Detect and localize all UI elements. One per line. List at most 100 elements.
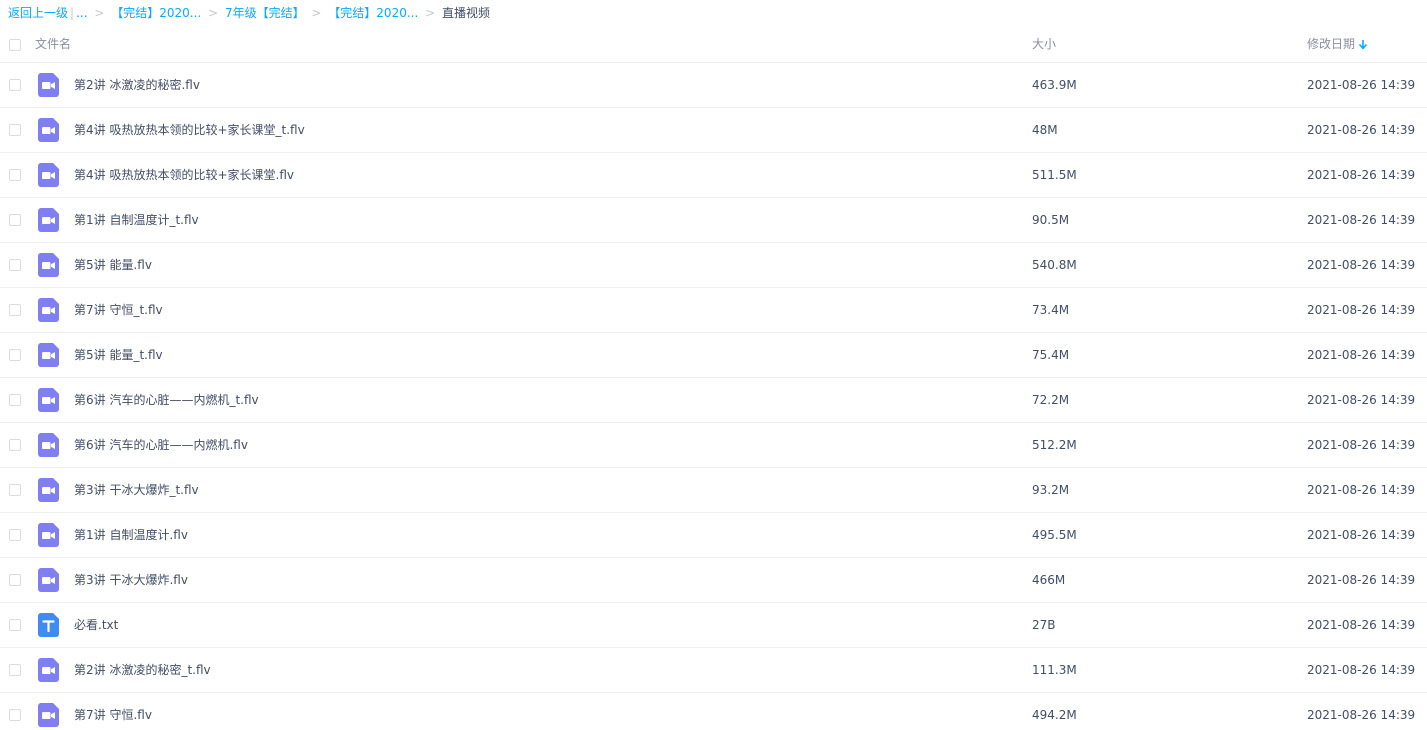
file-list: 第2讲 冰激凌的秘密.flv 463.9M 2021-08-26 14:39 第… xyxy=(0,63,1427,730)
video-file-icon xyxy=(38,73,59,97)
video-file-icon xyxy=(38,703,59,727)
file-row[interactable]: 第3讲 干冰大爆炸.flv 466M 2021-08-26 14:39 xyxy=(0,558,1427,603)
video-file-icon xyxy=(38,343,59,367)
file-row[interactable]: 第4讲 吸热放热本领的比较+家长课堂.flv 511.5M 2021-08-26… xyxy=(0,153,1427,198)
file-modified-date: 2021-08-26 14:39 xyxy=(1307,393,1416,407)
file-row[interactable]: 第2讲 冰激凌的秘密.flv 463.9M 2021-08-26 14:39 xyxy=(0,63,1427,108)
sort-descending-icon[interactable] xyxy=(1359,39,1367,50)
file-row[interactable]: 第6讲 汽车的心脏——内燃机.flv 512.2M 2021-08-26 14:… xyxy=(0,423,1427,468)
breadcrumb-separator: > xyxy=(94,6,105,20)
file-row-checkbox[interactable] xyxy=(9,484,21,496)
file-row-checkbox[interactable] xyxy=(9,124,21,136)
file-modified-date: 2021-08-26 14:39 xyxy=(1307,123,1416,137)
file-name[interactable]: 第2讲 冰激凌的秘密.flv xyxy=(74,63,200,107)
breadcrumb-divider: | xyxy=(70,6,75,20)
file-size: 466M xyxy=(1032,573,1066,587)
file-name[interactable]: 第3讲 干冰大爆炸.flv xyxy=(74,558,188,602)
file-row[interactable]: 第2讲 冰激凌的秘密_t.flv 111.3M 2021-08-26 14:39 xyxy=(0,648,1427,693)
file-modified-date: 2021-08-26 14:39 xyxy=(1307,483,1416,497)
file-name[interactable]: 第1讲 自制温度计.flv xyxy=(74,513,188,557)
file-row[interactable]: 第7讲 守恒.flv 494.2M 2021-08-26 14:39 xyxy=(0,693,1427,730)
file-row[interactable]: 第7讲 守恒_t.flv 73.4M 2021-08-26 14:39 xyxy=(0,288,1427,333)
file-row-checkbox[interactable] xyxy=(9,79,21,91)
breadcrumb-item-1[interactable]: 【完结】2020... xyxy=(111,6,201,20)
file-row[interactable]: 第5讲 能量.flv 540.8M 2021-08-26 14:39 xyxy=(0,243,1427,288)
file-row[interactable]: 必看.txt 27B 2021-08-26 14:39 xyxy=(0,603,1427,648)
video-file-icon xyxy=(38,298,59,322)
file-row-checkbox[interactable] xyxy=(9,214,21,226)
file-size: 463.9M xyxy=(1032,78,1077,92)
file-row-checkbox[interactable] xyxy=(9,259,21,271)
breadcrumb-ellipsis[interactable]: ... xyxy=(76,6,87,20)
file-row[interactable]: 第1讲 自制温度计_t.flv 90.5M 2021-08-26 14:39 xyxy=(0,198,1427,243)
file-modified-date: 2021-08-26 14:39 xyxy=(1307,168,1416,182)
column-header-size[interactable]: 大小 xyxy=(1032,26,1056,62)
file-modified-date: 2021-08-26 14:39 xyxy=(1307,618,1416,632)
file-name[interactable]: 第7讲 守恒.flv xyxy=(74,693,152,730)
file-name[interactable]: 第6讲 汽车的心脏——内燃机.flv xyxy=(74,423,248,467)
video-file-icon xyxy=(38,118,59,142)
file-modified-date: 2021-08-26 14:39 xyxy=(1307,708,1416,722)
file-row[interactable]: 第6讲 汽车的心脏——内燃机_t.flv 72.2M 2021-08-26 14… xyxy=(0,378,1427,423)
video-file-icon xyxy=(38,478,59,502)
file-row-checkbox[interactable] xyxy=(9,664,21,676)
file-size: 111.3M xyxy=(1032,663,1077,677)
video-file-icon xyxy=(38,658,59,682)
file-size: 512.2M xyxy=(1032,438,1077,452)
breadcrumb-current: 直播视频 xyxy=(442,6,491,20)
file-row[interactable]: 第3讲 干冰大爆炸_t.flv 93.2M 2021-08-26 14:39 xyxy=(0,468,1427,513)
file-modified-date: 2021-08-26 14:39 xyxy=(1307,303,1416,317)
file-modified-date: 2021-08-26 14:39 xyxy=(1307,438,1416,452)
file-name[interactable]: 第5讲 能量_t.flv xyxy=(74,333,163,377)
file-row-checkbox[interactable] xyxy=(9,529,21,541)
file-modified-date: 2021-08-26 14:39 xyxy=(1307,258,1416,272)
file-row[interactable]: 第4讲 吸热放热本领的比较+家长课堂_t.flv 48M 2021-08-26 … xyxy=(0,108,1427,153)
file-row-checkbox[interactable] xyxy=(9,394,21,406)
file-name[interactable]: 必看.txt xyxy=(74,603,118,647)
file-size: 27B xyxy=(1032,618,1056,632)
file-size: 511.5M xyxy=(1032,168,1077,182)
file-row-checkbox[interactable] xyxy=(9,169,21,181)
file-name[interactable]: 第5讲 能量.flv xyxy=(74,243,152,287)
breadcrumb-separator: > xyxy=(425,6,436,20)
breadcrumb-item-3[interactable]: 【完结】2020... xyxy=(328,6,418,20)
file-modified-date: 2021-08-26 14:39 xyxy=(1307,348,1416,362)
file-row-checkbox[interactable] xyxy=(9,439,21,451)
file-name[interactable]: 第2讲 冰激凌的秘密_t.flv xyxy=(74,648,211,692)
video-file-icon xyxy=(38,208,59,232)
file-row-checkbox[interactable] xyxy=(9,619,21,631)
file-row-checkbox[interactable] xyxy=(9,349,21,361)
file-row-checkbox[interactable] xyxy=(9,709,21,721)
file-size: 494.2M xyxy=(1032,708,1077,722)
video-file-icon xyxy=(38,388,59,412)
file-name[interactable]: 第4讲 吸热放热本领的比较+家长课堂_t.flv xyxy=(74,108,305,152)
video-file-icon xyxy=(38,253,59,277)
file-size: 73.4M xyxy=(1032,303,1070,317)
column-header-date-label: 修改日期 xyxy=(1307,37,1356,51)
file-row[interactable]: 第5讲 能量_t.flv 75.4M 2021-08-26 14:39 xyxy=(0,333,1427,378)
file-size: 90.5M xyxy=(1032,213,1070,227)
breadcrumb-separator: > xyxy=(208,6,219,20)
select-all-checkbox[interactable] xyxy=(9,39,21,51)
file-name[interactable]: 第1讲 自制温度计_t.flv xyxy=(74,198,199,242)
file-name[interactable]: 第7讲 守恒_t.flv xyxy=(74,288,163,332)
file-row-checkbox[interactable] xyxy=(9,304,21,316)
file-name[interactable]: 第6讲 汽车的心脏——内燃机_t.flv xyxy=(74,378,259,422)
video-file-icon xyxy=(38,433,59,457)
breadcrumb-separator: > xyxy=(311,6,322,20)
column-header-name[interactable]: 文件名 xyxy=(35,26,71,62)
file-name[interactable]: 第3讲 干冰大爆炸_t.flv xyxy=(74,468,199,512)
breadcrumb: 返回上一级 |... > 【完结】2020... > 7年级【完结】 > 【完结】… xyxy=(0,0,1427,26)
file-size: 93.2M xyxy=(1032,483,1070,497)
file-modified-date: 2021-08-26 14:39 xyxy=(1307,528,1416,542)
file-size: 72.2M xyxy=(1032,393,1070,407)
file-row-checkbox[interactable] xyxy=(9,574,21,586)
column-header-date[interactable]: 修改日期 xyxy=(1307,26,1367,62)
file-list-header: 文件名 大小 修改日期 xyxy=(0,26,1427,63)
file-name[interactable]: 第4讲 吸热放热本领的比较+家长课堂.flv xyxy=(74,153,294,197)
file-size: 540.8M xyxy=(1032,258,1077,272)
file-row[interactable]: 第1讲 自制温度计.flv 495.5M 2021-08-26 14:39 xyxy=(0,513,1427,558)
back-link[interactable]: 返回上一级 xyxy=(8,6,68,20)
video-file-icon xyxy=(38,163,59,187)
breadcrumb-item-2[interactable]: 7年级【完结】 xyxy=(225,6,305,20)
